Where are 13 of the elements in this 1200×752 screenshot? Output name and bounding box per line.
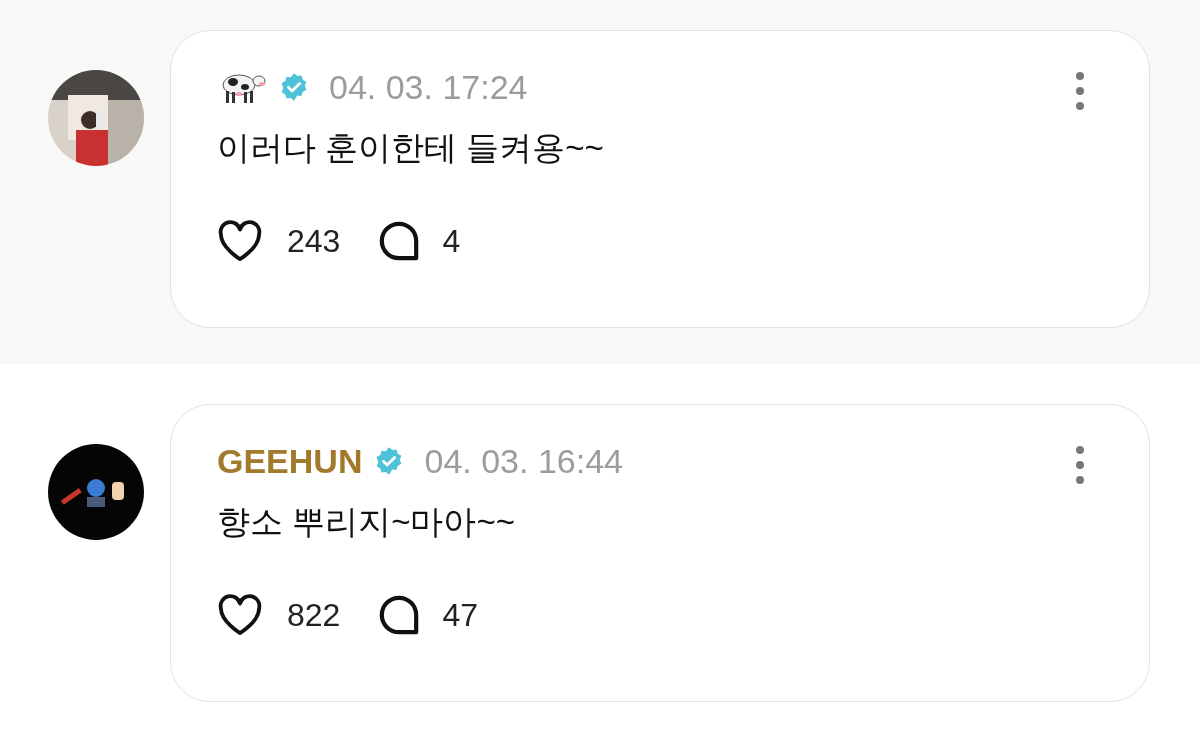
post-text: 향소 뿌리지~마아~~	[217, 502, 516, 542]
more-options-icon[interactable]	[1075, 445, 1085, 485]
post-text: 이러다 훈이한테 들켜용~~	[217, 128, 605, 168]
reply-count: 47	[442, 595, 478, 635]
heart-icon[interactable]	[217, 219, 263, 262]
author-name[interactable]: GEEHUN	[217, 435, 363, 487]
reply-count: 4	[442, 221, 461, 261]
post-time: 04. 03. 16:44	[424, 440, 623, 482]
heart-icon[interactable]	[217, 593, 263, 636]
more-options-icon[interactable]	[1075, 71, 1085, 111]
like-count: 243	[287, 221, 341, 261]
like-count: 822	[287, 595, 341, 635]
post-time: 04. 03. 17:24	[329, 66, 528, 108]
